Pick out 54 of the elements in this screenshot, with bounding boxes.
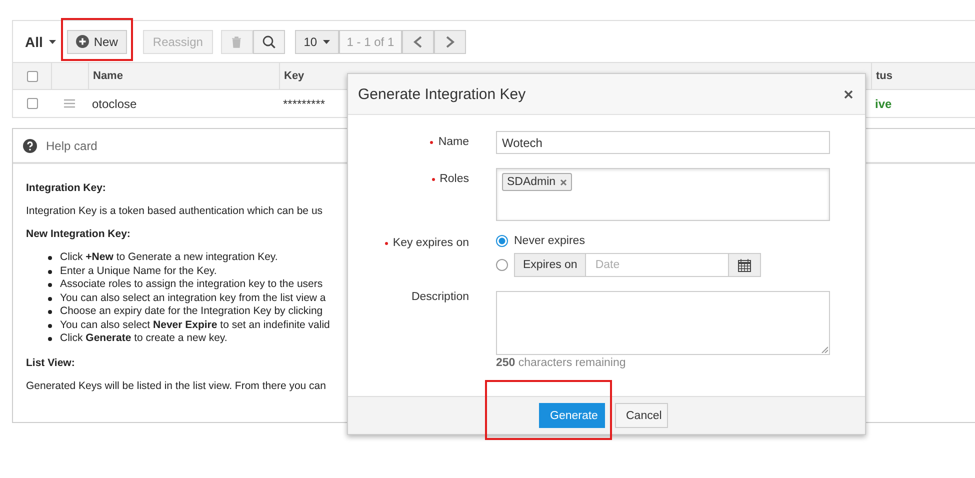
select-all-checkbox[interactable] [26, 70, 38, 82]
field-label: Key expires on [384, 237, 469, 249]
caret-icon [323, 40, 330, 44]
page-range: 1 - 1 of 1 [338, 30, 402, 54]
roles-field[interactable]: SDAdmin [496, 168, 830, 221]
next-page-button[interactable] [434, 30, 466, 54]
view-filter-dropdown[interactable]: All [25, 34, 56, 50]
help-list-item: Associate roles to assign the integration key to the users [46, 278, 323, 292]
help-list-item: Choose an expiry date for the Integration Key by clicking [46, 305, 323, 318]
name-field[interactable]: Wotech [496, 131, 830, 154]
help-list-item: You can also select an integration key from the list view a [46, 292, 326, 305]
caret-icon [48, 40, 56, 44]
cancel-button[interactable]: Cancel [615, 403, 668, 428]
status-text: ive [875, 96, 892, 110]
page-size-dropdown[interactable]: 10 [294, 30, 339, 54]
chevron-right-icon [444, 36, 455, 48]
description-field[interactable] [496, 291, 830, 355]
dialog-title: Generate Integration Key [358, 86, 526, 102]
close-icon[interactable] [844, 90, 853, 98]
tag-remove-icon[interactable] [560, 178, 567, 186]
characters-remaining: 250 characters remaining [496, 357, 627, 369]
help-list-item: Enter a Unique Name for the Key. [46, 264, 217, 278]
help-paragraph: Integration Key is a token based authentication which can be us [26, 205, 323, 217]
trash-icon [231, 36, 242, 48]
field-label: Description [411, 291, 469, 303]
help-list-item: Click +New to Generate a new integration Key. [46, 251, 278, 264]
resize-grip-icon[interactable] [821, 346, 828, 353]
field-label: Roles [432, 173, 469, 185]
search-button[interactable] [252, 30, 285, 54]
help-card-title: Help card [46, 138, 98, 152]
new-button[interactable]: New [66, 30, 127, 54]
help-list-item: You can also select Never Expire to set an indefinite valid [46, 318, 330, 332]
drag-handle-icon[interactable] [64, 99, 75, 108]
radio-button[interactable] [496, 235, 508, 247]
column-header[interactable]: Key [284, 70, 304, 82]
help-icon [23, 138, 37, 152]
row-checkbox[interactable] [26, 98, 38, 109]
search-icon [262, 34, 276, 48]
section-heading: List View: [26, 356, 75, 368]
column-header[interactable]: tus [876, 70, 892, 82]
section-heading: New Integration Key: [26, 228, 130, 240]
radio-label[interactable]: Never expires [514, 235, 585, 247]
table-cell: otoclose [92, 96, 137, 110]
radio-button[interactable] [496, 259, 508, 271]
previous-page-button[interactable] [402, 30, 434, 54]
help-paragraph: Generated Keys will be listed in the list view. From there you can [26, 380, 326, 392]
role-tag[interactable]: SDAdmin [502, 173, 572, 191]
plus-circle-icon [76, 35, 89, 48]
table-cell: ********* [283, 96, 326, 110]
section-heading: Integration Key: [26, 182, 106, 194]
column-header[interactable]: Name [93, 70, 123, 82]
chevron-left-icon [412, 36, 423, 48]
help-list-item: Click Generate to create a new key. [46, 332, 228, 346]
field-label: Name [430, 136, 469, 148]
